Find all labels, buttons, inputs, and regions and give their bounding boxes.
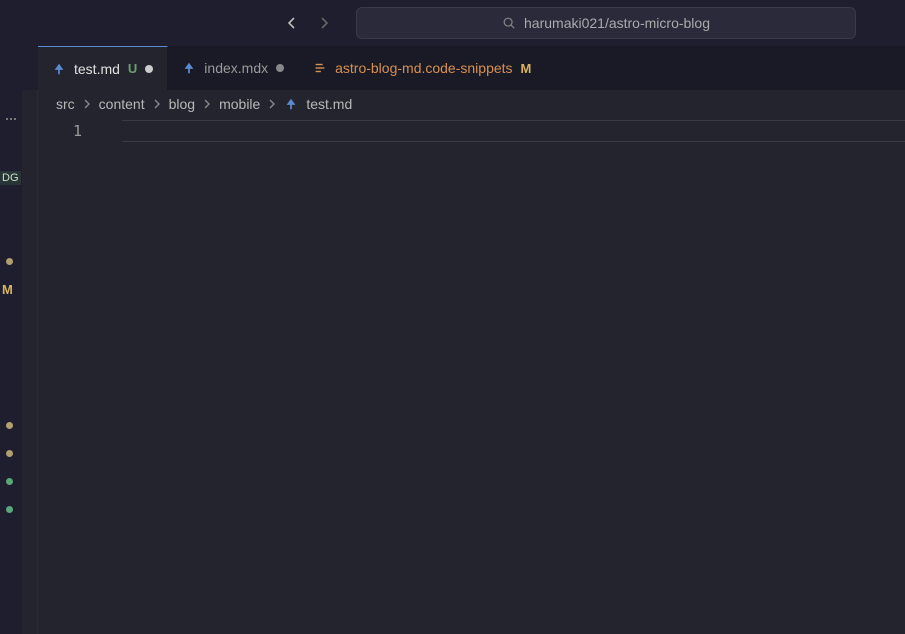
breadcrumb-file[interactable]: test.md: [306, 96, 352, 112]
file-dirty-dot: [6, 422, 13, 429]
tab-test-md[interactable]: test.md U: [38, 46, 168, 90]
chevron-right-icon: [151, 98, 163, 110]
activity-bar-edge: ··· DG M: [0, 46, 22, 634]
dirty-indicator-icon: [276, 64, 284, 72]
line-number-gutter: 1: [38, 118, 108, 634]
markdown-file-icon: [52, 62, 66, 76]
nav-back-button[interactable]: [280, 11, 304, 35]
breadcrumb-segment[interactable]: mobile: [219, 96, 260, 112]
line-number: 1: [38, 122, 82, 140]
file-dirty-dot: [6, 478, 13, 485]
nav-forward-button[interactable]: [312, 11, 336, 35]
file-dirty-dot: [6, 506, 13, 513]
breadcrumb-segment[interactable]: src: [56, 96, 75, 112]
editor-area[interactable]: 1: [38, 118, 905, 634]
arrow-right-icon: [316, 15, 332, 31]
editor-content[interactable]: [108, 118, 905, 634]
tab-label: index.mdx: [204, 60, 268, 76]
breadcrumb[interactable]: src content blog mobile test.md: [38, 90, 905, 118]
tab-label: test.md: [74, 61, 120, 77]
status-untracked-badge: U: [128, 61, 137, 76]
search-icon: [502, 16, 516, 30]
tab-index-mdx[interactable]: index.mdx: [168, 46, 299, 90]
arrow-left-icon: [284, 15, 300, 31]
markdown-file-icon: [182, 61, 196, 75]
status-modified-badge: M: [521, 61, 532, 76]
tab-code-snippets[interactable]: astro-blog-md.code-snippets M: [299, 46, 546, 90]
file-dirty-dot: [6, 450, 13, 457]
chevron-right-icon: [81, 98, 93, 110]
chevron-right-icon: [266, 98, 278, 110]
editor-tab-bar: test.md U index.mdx astro-blog-md.code-s…: [38, 46, 905, 90]
search-text: harumaki021/astro-micro-blog: [524, 15, 710, 31]
breadcrumb-segment[interactable]: content: [99, 96, 145, 112]
dirty-indicator-icon: [145, 65, 153, 73]
nav-arrows: [280, 11, 336, 35]
current-line-highlight: [122, 120, 905, 142]
chevron-right-icon: [201, 98, 213, 110]
markdown-file-icon: [284, 97, 298, 111]
breadcrumb-segment[interactable]: blog: [169, 96, 195, 112]
title-bar: harumaki021/astro-micro-blog: [0, 0, 905, 46]
file-modified-badge: M: [2, 282, 13, 297]
explorer-folder-badge: DG: [0, 171, 21, 185]
tab-label: astro-blog-md.code-snippets: [335, 60, 512, 76]
file-dirty-dot: [6, 258, 13, 265]
command-center-search[interactable]: harumaki021/astro-micro-blog: [356, 7, 856, 39]
overflow-menu-icon[interactable]: ···: [4, 108, 16, 129]
snippet-file-icon: [313, 61, 327, 75]
